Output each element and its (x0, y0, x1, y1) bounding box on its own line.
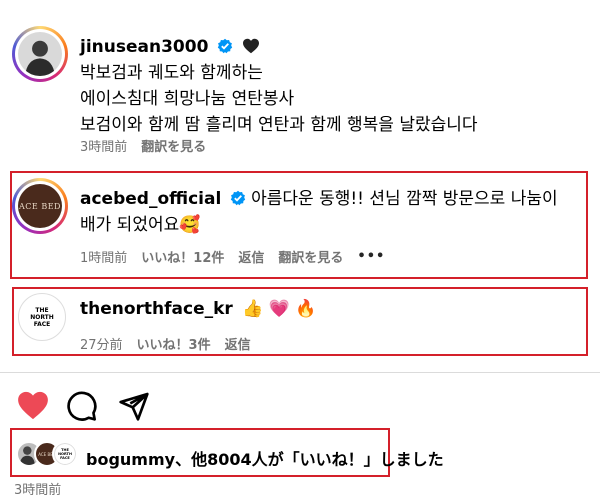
northface-avatar[interactable]: THE NORTH FACE (18, 293, 66, 341)
northface-username[interactable]: thenorthface_kr (80, 299, 233, 319)
post-timestamp: 3時間前 (14, 483, 62, 498)
post-caption-line-1: 박보검과 궤도와 함께하는 (80, 63, 263, 83)
smiling-hearts-emoji-icon: 🥰 (179, 215, 201, 235)
acebed-username[interactable]: acebed_official (80, 189, 221, 209)
black-heart-icon (243, 38, 260, 54)
acebed-comment-line-2: 배가 되었어요 (80, 215, 180, 235)
heart-icon[interactable] (16, 389, 50, 423)
northface-emojis: 👍 💗 🔥 (242, 299, 317, 319)
acebed-logo-text: ACE BED (19, 201, 61, 211)
person-photo-icon (18, 32, 62, 76)
share-icon[interactable] (118, 390, 150, 422)
likes-summary-text[interactable]: bogummy、他8004人が「いいね！」しました (86, 446, 444, 470)
post-translate-link[interactable]: 翻訳を見る (141, 136, 206, 155)
post-author-avatar[interactable] (12, 26, 68, 82)
section-divider (0, 372, 600, 373)
post-meta: 3時間前 翻訳を見る (80, 136, 206, 155)
post-username[interactable]: jinusean3000 (80, 37, 208, 57)
comment-northface: thenorthface_kr 👍 💗 🔥 (80, 296, 580, 322)
acebed-avatar[interactable]: ACE BED (12, 178, 68, 234)
post-time: 3時間前 (80, 140, 128, 155)
northface-reply-button[interactable]: 返信 (225, 334, 251, 353)
acebed-time: 1時間前 (80, 251, 128, 266)
comment-icon[interactable] (66, 390, 98, 422)
northface-logo-text: THE NORTH FACE (30, 306, 54, 328)
acebed-reply-button[interactable]: 返信 (238, 247, 264, 266)
verified-icon (217, 38, 233, 54)
acebed-meta: 1時間前 いいね！12件 返信 翻訳を見る ••• (80, 247, 385, 266)
post-caption-line-3: 보검이와 함께 땀 흘리며 연탄과 함께 행복을 날랐습니다 (80, 115, 478, 135)
acebed-likes-link[interactable]: いいね！12件 (141, 247, 224, 266)
post-caption: jinusean3000 박보검과 궤도와 함께하는 에이스침대 희망나눔 연탄… (80, 34, 580, 138)
acebed-translate-link[interactable]: 翻訳を見る (278, 247, 343, 266)
comment-acebed: acebed_official 아름다운 동행!! 션님 깜짝 방문으로 나눔이… (80, 186, 580, 238)
verified-icon (230, 190, 245, 206)
liker-avatar-3: THE NORTH FACE (52, 441, 78, 467)
acebed-comment-line-1: 아름다운 동행!! 션님 깜짝 방문으로 나눔이 (251, 189, 558, 209)
northface-meta: 27分前 いいね！3件 返信 (80, 334, 251, 353)
post-caption-line-2: 에이스침대 희망나눔 연탄봉사 (80, 89, 295, 109)
northface-likes-link[interactable]: いいね！3件 (137, 334, 211, 353)
northface-time: 27分前 (80, 338, 123, 353)
more-options-icon[interactable]: ••• (357, 249, 385, 264)
